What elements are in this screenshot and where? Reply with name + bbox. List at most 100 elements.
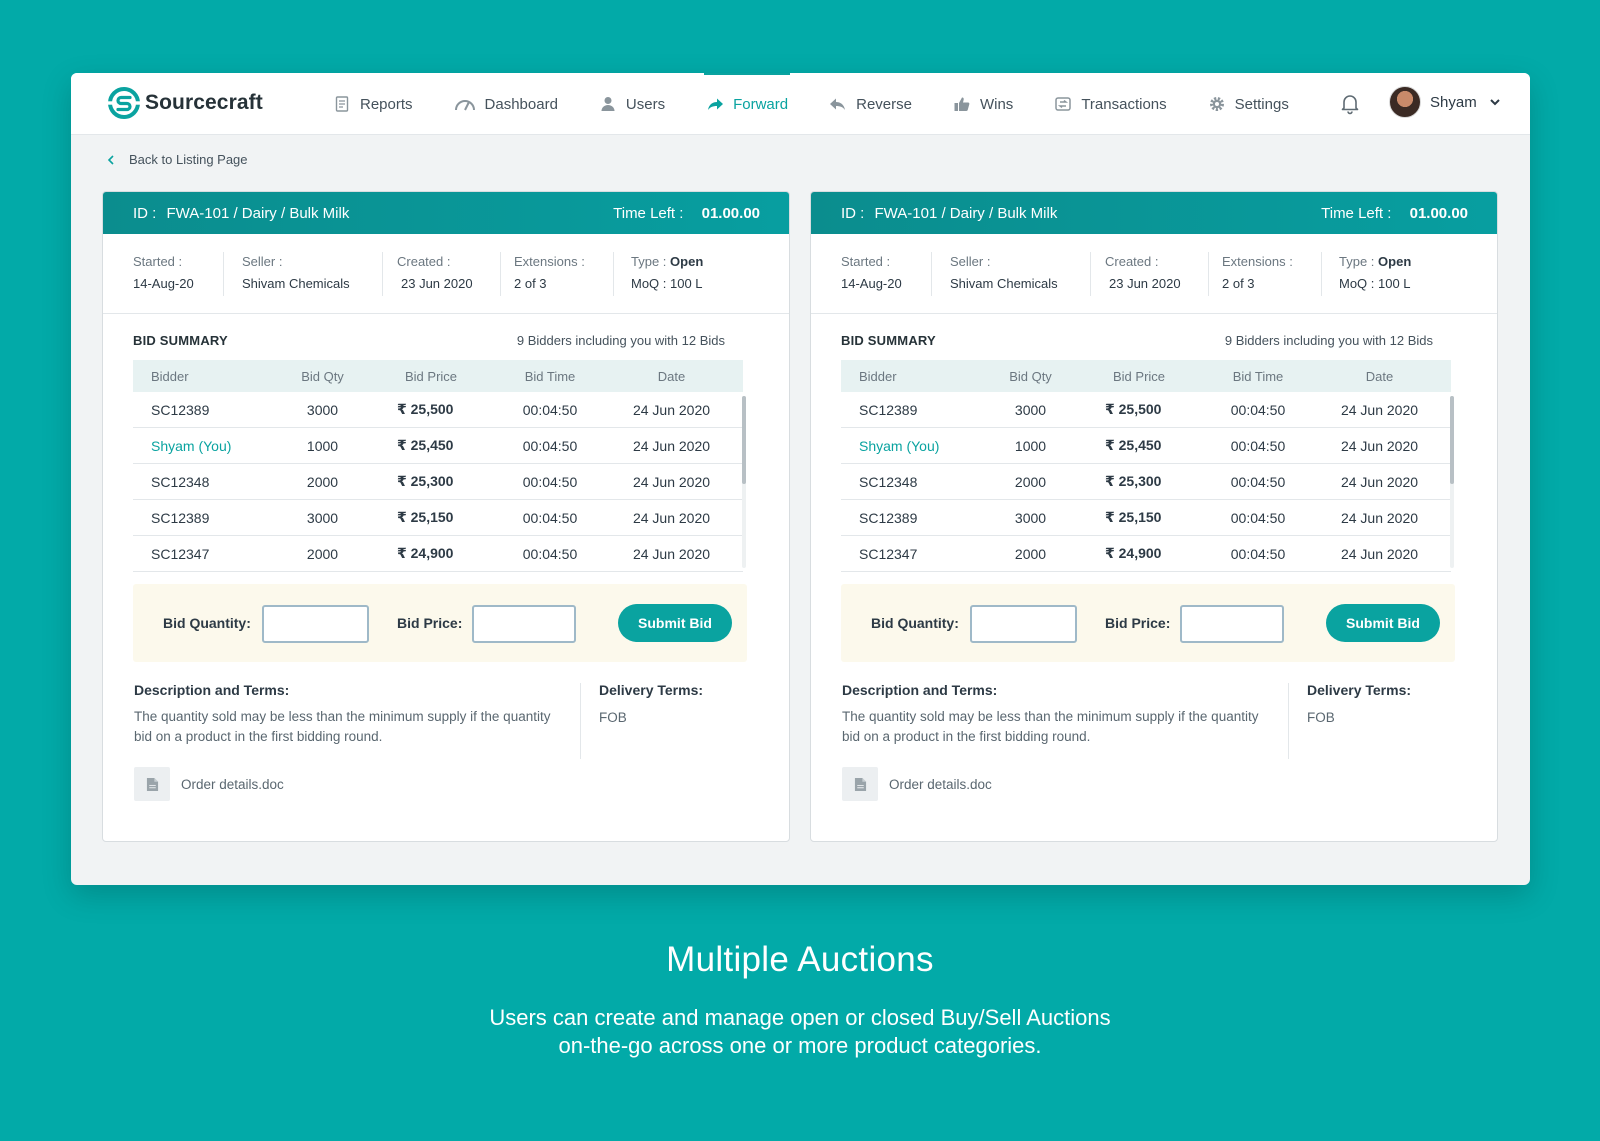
nav-item-users[interactable]: Users — [599, 73, 665, 135]
column-header: Bid Qty — [1009, 368, 1052, 384]
bid-summary-subtitle: 9 Bidders including you with 12 Bids — [516, 333, 725, 348]
back-label: Back to Listing Page — [129, 152, 248, 167]
table-row: SC12389 3000 ₹ 25,500 00:04:50 24 Jun 20… — [133, 392, 743, 428]
meta-seller: Seller : Shivam Chemicals — [950, 254, 1058, 291]
auction-id: ID : FWA-101 / Dairy / Bulk Milk — [133, 204, 350, 222]
attachment-link[interactable]: Order details.doc — [889, 777, 992, 792]
description-text: The quantity sold may be less than the m… — [134, 709, 551, 744]
bid-price-input[interactable] — [472, 605, 576, 643]
description-text: The quantity sold may be less than the m… — [842, 709, 1259, 744]
nav-label: Reverse — [856, 95, 912, 113]
nav-item-reports[interactable]: Reports — [333, 73, 413, 135]
delivery-terms-title: Delivery Terms: — [599, 682, 704, 698]
divider — [500, 252, 501, 296]
table-row: SC12389 3000 ₹ 25,150 00:04:50 24 Jun 20… — [841, 500, 1451, 536]
bid-price-label: Bid Price: — [397, 615, 463, 631]
reverse-arrow-icon — [829, 95, 847, 113]
time-left-value: 01.00.00 — [1409, 204, 1468, 222]
table-row: SC12348 2000 ₹ 25,300 00:04:50 24 Jun 20… — [841, 464, 1451, 500]
column-header: Date — [1365, 368, 1394, 384]
nav-label: Transactions — [1081, 95, 1167, 113]
thumbs-up-icon — [953, 95, 971, 113]
nav-item-reverse[interactable]: Reverse — [829, 73, 912, 135]
auction-id-value: FWA-101 / Dairy / Bulk Milk — [166, 204, 350, 222]
meta-extensions: Extensions : 2 of 3 — [514, 254, 585, 291]
column-header: Bidder — [151, 368, 189, 384]
back-to-listing-link[interactable]: Back to Listing Page — [106, 152, 248, 167]
meta-type: Type : Open MoQ : 100 L — [631, 254, 704, 291]
attachment-link[interactable]: Order details.doc — [181, 777, 284, 792]
column-header: Bid Qty — [301, 368, 344, 384]
divider — [382, 252, 383, 296]
auction-card: ID : FWA-101 / Dairy / Bulk Milk Time Le… — [810, 191, 1498, 842]
meta-extensions: Extensions : 2 of 3 — [1222, 254, 1293, 291]
column-header: Bid Price — [405, 368, 458, 384]
sourcecraft-logo-icon — [107, 87, 141, 119]
nav-item-wins[interactable]: Wins — [953, 73, 1013, 135]
nav-label: Users — [625, 95, 666, 113]
brand-logo[interactable]: Sourcecraft — [107, 86, 263, 120]
document-icon — [333, 95, 351, 113]
auction-id-value: FWA-101 / Dairy / Bulk Milk — [874, 204, 1058, 222]
table-scrollbar[interactable] — [1450, 396, 1454, 568]
bid-table: Bidder Bid Qty Bid Price Bid Time Date S… — [133, 360, 743, 572]
time-left-label: Time Left : — [1321, 204, 1392, 222]
bid-quantity-input[interactable] — [262, 605, 369, 643]
delivery-terms-value: FOB — [1307, 710, 1335, 725]
auction-header: ID : FWA-101 / Dairy / Bulk Milk Time Le… — [811, 192, 1497, 234]
column-header: Bid Price — [1113, 368, 1166, 384]
auction-card: ID : FWA-101 / Dairy / Bulk Milk Time Le… — [102, 191, 790, 842]
auction-id: ID : FWA-101 / Dairy / Bulk Milk — [841, 204, 1058, 222]
divider — [1090, 252, 1091, 296]
app-window: Sourcecraft Reports Dashboard Users Forw… — [71, 73, 1530, 885]
submit-bid-button[interactable]: Submit Bid — [618, 604, 732, 642]
bid-summary-title: BID SUMMARY — [841, 333, 936, 348]
divider — [931, 252, 932, 296]
table-header: Bidder Bid Qty Bid Price Bid Time Date — [133, 360, 743, 392]
gauge-icon — [454, 95, 476, 113]
hero-subtitle-line: Users can create and manage open or clos… — [489, 1005, 1111, 1030]
delivery-terms-value: FOB — [599, 710, 627, 725]
nav-item-transactions[interactable]: Transactions — [1054, 73, 1167, 135]
column-header: Bid Time — [524, 368, 576, 384]
time-left-label: Time Left : — [613, 204, 684, 222]
table-scrollbar[interactable] — [742, 396, 746, 568]
divider — [223, 252, 224, 296]
nav-item-settings[interactable]: Settings — [1208, 73, 1289, 135]
meta-created: Created : 23 Jun 2020 — [1105, 254, 1181, 291]
meta-type: Type : Open MoQ : 100 L — [1339, 254, 1412, 291]
user-name: Shyam — [1430, 93, 1477, 111]
divider — [1321, 252, 1322, 296]
chevron-down-icon — [1489, 99, 1500, 106]
avatar — [1389, 86, 1421, 118]
auction-meta: Started : 14-Aug-20 Seller : Shivam Chem… — [103, 234, 789, 314]
table-row: SC12347 2000 ₹ 24,900 00:04:50 24 Jun 20… — [841, 536, 1451, 572]
column-header: Bidder — [859, 368, 897, 384]
table-row: SC12348 2000 ₹ 25,300 00:04:50 24 Jun 20… — [133, 464, 743, 500]
delivery-terms-title: Delivery Terms: — [1307, 682, 1412, 698]
hero-title: Multiple Auctions — [666, 940, 934, 979]
nav-item-forward[interactable]: Forward — [704, 73, 791, 135]
user-menu[interactable]: Shyam — [1389, 86, 1501, 118]
forward-arrow-icon — [706, 95, 724, 113]
divider — [613, 252, 614, 296]
bid-summary-title: BID SUMMARY — [133, 333, 228, 348]
file-icon[interactable] — [134, 767, 170, 801]
bid-table: Bidder Bid Qty Bid Price Bid Time Date S… — [841, 360, 1451, 572]
bid-quantity-input[interactable] — [970, 605, 1077, 643]
top-navigation-bar: Sourcecraft Reports Dashboard Users Forw… — [71, 73, 1530, 135]
bid-quantity-label: Bid Quantity: — [163, 615, 251, 631]
column-header: Bid Time — [1232, 368, 1284, 384]
bid-form: Bid Quantity: Bid Price: Submit Bid — [841, 584, 1455, 662]
bid-price-input[interactable] — [1180, 605, 1284, 643]
file-icon[interactable] — [842, 767, 878, 801]
meta-started: Started : 14-Aug-20 — [133, 254, 194, 291]
table-row: SC12347 2000 ₹ 24,900 00:04:50 24 Jun 20… — [133, 536, 743, 572]
chevron-left-icon — [107, 154, 114, 165]
auction-meta: Started : 14-Aug-20 Seller : Shivam Chem… — [811, 234, 1497, 314]
notification-bell-icon[interactable] — [1338, 91, 1362, 115]
brand-name: Sourcecraft — [145, 91, 263, 114]
nav-item-dashboard[interactable]: Dashboard — [454, 73, 558, 135]
meta-seller: Seller : Shivam Chemicals — [242, 254, 350, 291]
submit-bid-button[interactable]: Submit Bid — [1326, 604, 1440, 642]
